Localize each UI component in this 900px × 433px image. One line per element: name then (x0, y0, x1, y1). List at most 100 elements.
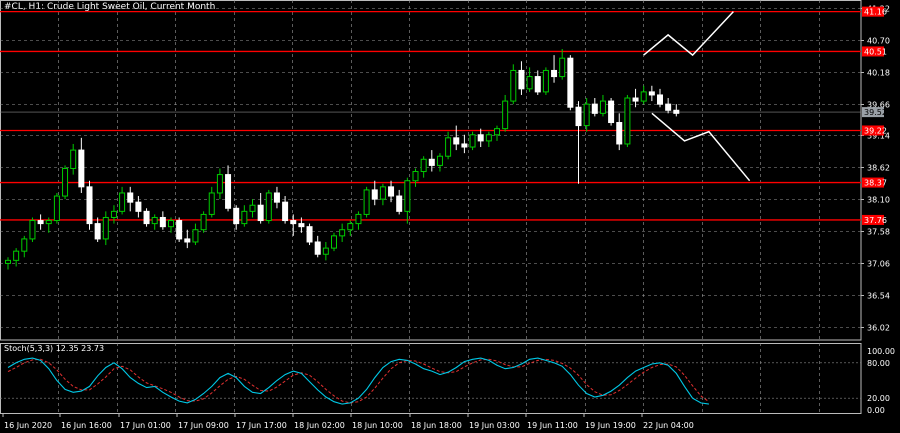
oscillator-title: Stoch(5,3,3) 12.35 23.73 (4, 344, 105, 353)
time-axis-label: 18 Jun 02:00 (294, 421, 345, 430)
price-chart[interactable]: 41.2240.7040.1839.6639.1438.6238.1037.58… (0, 0, 900, 433)
oscillator-pane-frame (0, 343, 862, 414)
candle-bull (192, 229, 199, 243)
candle-bull (559, 57, 566, 78)
candle-bear (388, 186, 395, 197)
candle-bull (445, 137, 452, 157)
candle-bear (575, 106, 582, 127)
candle-bull (412, 171, 419, 182)
candle-bull (404, 180, 411, 212)
candle-bull (110, 210, 117, 218)
candle-bull (355, 213, 362, 225)
oscillator-level-label: 100.00 (867, 347, 895, 356)
candle-bear (616, 122, 623, 145)
time-axis-label: 16 Jun 2020 (4, 421, 52, 430)
candle-bull (200, 213, 207, 231)
candle-bear (534, 76, 541, 93)
candle-bear (273, 192, 280, 203)
price-level-label: 37.76 (864, 216, 887, 225)
candle-bull (599, 100, 606, 114)
oscillator-level-label: 80.00 (867, 359, 890, 368)
candle-bull (102, 216, 109, 240)
candle-bull (249, 204, 256, 212)
candle-bull (485, 134, 492, 142)
candle-bull (62, 167, 69, 197)
scenario-up-path (643, 11, 734, 57)
candle-bull (265, 192, 272, 222)
candle-bear (37, 220, 44, 225)
time-axis-label: 17 Jun 17:00 (236, 421, 287, 430)
candle-bull (436, 155, 443, 166)
candle-bull (13, 250, 20, 261)
candle-bear (396, 195, 403, 212)
candle-bear (657, 94, 663, 105)
price-tick-label: 40.18 (867, 69, 890, 78)
price-tick-label: 37.06 (867, 260, 890, 269)
candle-bear (298, 223, 305, 228)
candle-bear (608, 100, 615, 124)
candle-bull (331, 235, 337, 249)
candle-bull (5, 259, 11, 264)
price-level-label: 40.51 (864, 47, 887, 56)
time-axis-label: 22 Jun 04:00 (643, 421, 694, 430)
candle-bear (551, 69, 558, 78)
time-axis-label: 19 Jun 19:00 (585, 421, 636, 430)
candle-bear (306, 226, 313, 243)
candle-bull (624, 97, 631, 145)
candle-bull (45, 220, 52, 225)
candle-bull (119, 192, 126, 212)
candle-bull (208, 192, 215, 215)
price-tick-label: 38.10 (867, 196, 890, 205)
time-axis-label: 19 Jun 03:00 (469, 421, 520, 430)
candle-bear (591, 103, 598, 114)
candle-bull (21, 238, 28, 252)
candle-bear (159, 216, 166, 228)
candle-bear (371, 189, 378, 200)
candle-bear (477, 134, 484, 142)
candle-bull (53, 195, 60, 222)
price-tick-label: 38.62 (867, 164, 890, 173)
candle-bear (225, 174, 232, 209)
candle-bull (70, 149, 77, 169)
candle-bull (216, 174, 223, 194)
price-tick-label: 40.70 (867, 37, 890, 46)
time-axis-label: 17 Jun 01:00 (120, 421, 171, 430)
candle-bear (184, 238, 191, 243)
candle-bull (347, 223, 354, 231)
candle-bull (168, 220, 174, 228)
candle-bear (428, 158, 435, 166)
candle-bull (241, 210, 248, 225)
candle-bull (502, 100, 509, 130)
stochastic-main-line (7, 357, 709, 405)
time-axis-label: 19 Jun 11:00 (527, 421, 578, 430)
candle-bull (494, 128, 500, 136)
candle-bear (94, 223, 101, 240)
candle-bull (583, 103, 590, 127)
candle-bear (665, 103, 672, 111)
candle-bull (29, 220, 36, 240)
candle-bull (526, 76, 533, 90)
candle-bull (420, 158, 427, 173)
price-tick-label: 36.54 (867, 292, 890, 301)
candle-bull (363, 189, 370, 215)
price-level-label: 41.16 (864, 8, 887, 17)
candle-bear (143, 210, 150, 225)
oscillator-level-label: 0.00 (867, 406, 885, 415)
candle-bear (314, 241, 321, 255)
candle-bear (78, 149, 85, 188)
time-axis-label: 18 Jun 10:00 (352, 421, 403, 430)
candle-bull (339, 229, 346, 237)
candle-bull (510, 69, 517, 102)
candle-bear (127, 192, 134, 203)
time-axis-label: 18 Jun 18:00 (411, 421, 462, 430)
oscillator-level-label: 20.00 (867, 394, 890, 403)
price-level-label: 38.37 (864, 179, 887, 188)
time-axis-label: 16 Jun 16:00 (61, 421, 112, 430)
price-level-label: 39.22 (864, 126, 887, 135)
candle-bear (648, 91, 655, 96)
candle-bull (542, 69, 549, 93)
candle-bear (453, 137, 460, 145)
current-price-label: 39.52 (864, 108, 887, 117)
candle-bear (673, 109, 680, 114)
candle-bull (151, 216, 158, 225)
